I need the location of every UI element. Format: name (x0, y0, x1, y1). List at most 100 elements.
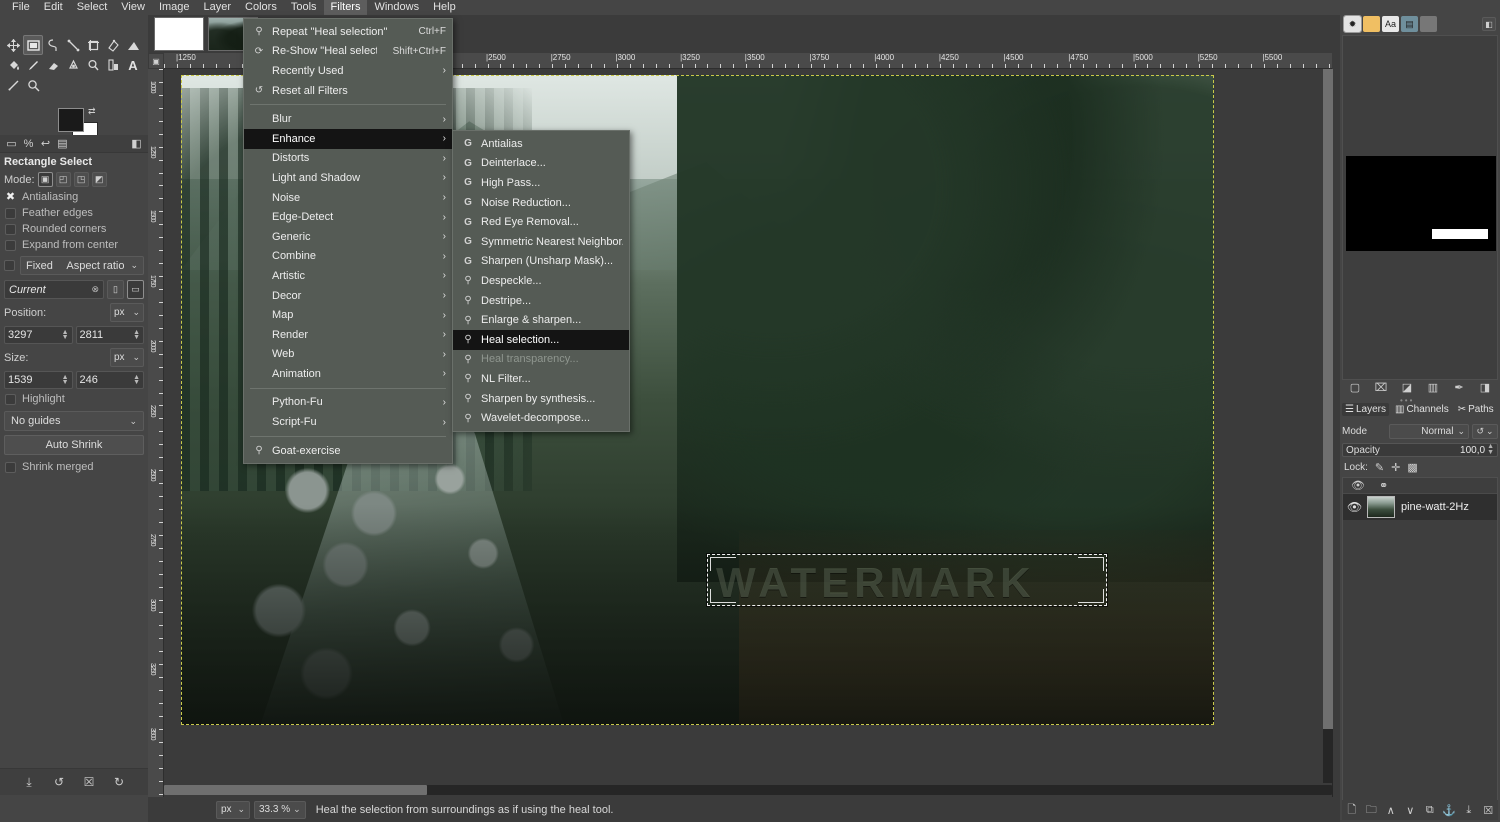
enhance-submenu[interactable]: GAntialiasGDeinterlace...GHigh Pass...GN… (452, 130, 630, 432)
shrink-merged-checkbox[interactable] (5, 462, 16, 473)
menu-item-despeckle[interactable]: ⚲Despeckle... (453, 271, 629, 291)
layers-list[interactable]: 👁 ⚭ 👁 pine-watt-2Hz (1342, 477, 1498, 807)
rectangle-select-tool[interactable] (23, 35, 43, 55)
delete-layer-icon[interactable]: ☒ (1480, 802, 1496, 818)
menu-colors[interactable]: Colors (238, 0, 284, 15)
menu-item-web[interactable]: Web› (244, 345, 452, 365)
menu-item-sharpen-unsharp-mask[interactable]: GSharpen (Unsharp Mask)... (453, 252, 629, 272)
vertical-ruler[interactable]: 1000125015001750200022502500275030003250… (148, 69, 164, 797)
delete-tool-preset-icon[interactable]: ☒ (80, 773, 98, 791)
menu-item-noise-reduction[interactable]: GNoise Reduction... (453, 193, 629, 213)
document-history-tab[interactable]: ▤ (1401, 16, 1418, 32)
spinner-icon[interactable]: ▲▼ (1487, 444, 1494, 456)
menu-item-re-show-heal-selection[interactable]: ⟳Re-Show "Heal selection"Shift+Ctrl+F (244, 42, 452, 62)
position-unit-select[interactable]: px ⌄ (110, 303, 144, 322)
lower-layer-icon[interactable]: ∨ (1402, 802, 1418, 818)
rounded-corners-row[interactable]: Rounded corners (0, 221, 148, 237)
menu-item-nl-filter[interactable]: ⚲NL Filter... (453, 369, 629, 389)
highlight-checkbox[interactable] (5, 394, 16, 405)
menu-windows[interactable]: Windows (367, 0, 426, 15)
dock-tab-row[interactable]: ✹ Aa ▤ ◧ (1340, 15, 1500, 33)
horizontal-scroll-thumb[interactable] (164, 785, 427, 795)
menu-image[interactable]: Image (152, 0, 197, 15)
menu-item-deinterlace[interactable]: GDeinterlace... (453, 154, 629, 174)
size-unit-select[interactable]: px ⌄ (110, 348, 144, 367)
brushes-tab[interactable]: ✹ (1344, 16, 1361, 32)
image-tab-blank[interactable] (154, 17, 204, 51)
new-layer-group-icon[interactable]: 🗀 (1363, 802, 1379, 818)
antialiasing-checkbox[interactable]: ✖ (5, 192, 16, 203)
menu-item-map[interactable]: Map› (244, 305, 452, 325)
position-y-input[interactable]: 2811 ▲▼ (76, 326, 145, 344)
layer-mode-select[interactable]: Normal ⌄ (1389, 424, 1469, 439)
shrink-merged-row[interactable]: Shrink merged (0, 459, 148, 475)
menu-item-edge-detect[interactable]: Edge-Detect› (244, 207, 452, 227)
menu-item-reset-all-filters[interactable]: ↺Reset all Filters (244, 81, 452, 101)
spinner-icon[interactable]: ▲▼ (62, 330, 69, 340)
add-to-selection-button[interactable]: ◰ (56, 172, 71, 187)
canvas-vertical-scrollbar[interactable] (1323, 69, 1333, 797)
transform-tool[interactable] (103, 35, 123, 55)
foreground-color-swatch[interactable] (58, 108, 84, 132)
layer-mode-row[interactable]: Mode Normal ⌄ ↺ ⌄ (1342, 423, 1498, 440)
menu-item-blur[interactable]: Blur› (244, 109, 452, 129)
menu-item-goat-exercise[interactable]: ⚲Goat-exercise (244, 441, 452, 461)
selection-handle-bl[interactable] (710, 589, 736, 603)
tab-layers[interactable]: ☰ Layers (1342, 403, 1389, 416)
intersect-with-selection-button[interactable]: ◩ (92, 172, 107, 187)
layers-channels-paths-tabs[interactable]: ☰ Layers ▥ Channels ✂ Paths ◧ (1342, 401, 1498, 417)
measure-tool[interactable] (3, 75, 23, 95)
menu-view[interactable]: View (114, 0, 152, 15)
menu-item-distorts[interactable]: Distorts› (244, 149, 452, 169)
menu-item-repeat-heal-selection[interactable]: ⚲Repeat "Heal selection"Ctrl+F (244, 22, 452, 42)
menu-item-antialias[interactable]: GAntialias (453, 134, 629, 154)
menu-item-animation[interactable]: Animation› (244, 364, 452, 384)
menu-item-light-and-shadow[interactable]: Light and Shadow› (244, 168, 452, 188)
layers-bottom-toolbar[interactable]: 🗋 🗀 ∧ ∨ ⧉ ⚓ ⤓ ☒ (1342, 800, 1498, 820)
aspect-ratio-entry-row[interactable]: Current ⊗ ▯ ▭ (0, 278, 148, 301)
duplicate-layer-icon[interactable]: ⧉ (1422, 802, 1438, 818)
device-status-icon[interactable]: % (20, 136, 37, 152)
ruler-origin-button[interactable]: ▣ (148, 53, 164, 69)
text-tool[interactable]: A (123, 55, 143, 75)
undo-history-icon[interactable]: ↩ (37, 136, 54, 152)
save-tool-preset-icon[interactable]: ⤓ (20, 773, 38, 791)
expand-from-center-row[interactable]: Expand from center (0, 237, 148, 253)
vertical-scroll-thumb[interactable] (1323, 69, 1333, 729)
menu-item-python-fu[interactable]: Python-Fu› (244, 393, 452, 413)
raise-icon[interactable]: ◨ (1476, 379, 1494, 395)
feather-edges-row[interactable]: Feather edges (0, 205, 148, 221)
images-icon[interactable]: ▤ (54, 136, 71, 152)
menu-select[interactable]: Select (70, 0, 115, 15)
tool-options-tabs[interactable]: ▭ % ↩ ▤ ◧ (0, 135, 148, 153)
menu-item-wavelet-decompose[interactable]: ⚲Wavelet-decompose... (453, 408, 629, 428)
heal-tool[interactable] (103, 55, 123, 75)
position-x-input[interactable]: 3297 ▲▼ (4, 326, 73, 344)
menu-item-destripe[interactable]: ⚲Destripe... (453, 291, 629, 311)
navigation-panel[interactable] (1342, 35, 1498, 380)
rectangle-selection[interactable]: WATERMARK (707, 554, 1107, 606)
menu-item-red-eye-removal[interactable]: GRed Eye Removal... (453, 212, 629, 232)
menu-item-recently-used[interactable]: Recently Used› (244, 61, 452, 81)
eraser-tool[interactable] (43, 55, 63, 75)
guides-select[interactable]: No guides ⌄ (4, 411, 144, 431)
swap-colors-icon[interactable]: ⇄ (88, 106, 96, 117)
size-width-input[interactable]: 1539 ▲▼ (4, 371, 73, 389)
menu-item-artistic[interactable]: Artistic› (244, 266, 452, 286)
gradient-tool[interactable] (123, 35, 143, 55)
auto-shrink-button[interactable]: Auto Shrink (4, 435, 144, 455)
menu-item-high-pass[interactable]: GHigh Pass... (453, 173, 629, 193)
spinner-icon[interactable]: ▲▼ (133, 330, 140, 340)
rounded-corners-checkbox[interactable] (5, 224, 16, 235)
landscape-orientation-button[interactable]: ▭ (127, 280, 144, 299)
feather-edges-checkbox[interactable] (5, 208, 16, 219)
dock-toolbar[interactable]: ▢ ⌧ ◪ ▥ ✒ ◨ (1342, 377, 1498, 397)
mode-reset-button[interactable]: ↺ ⌄ (1472, 424, 1498, 439)
statusbar-zoom-select[interactable]: 33.3 % ⌄ (254, 801, 306, 819)
menu-filters[interactable]: Filters (324, 0, 368, 15)
subtract-from-selection-button[interactable]: ◳ (74, 172, 89, 187)
menu-file[interactable]: File (5, 0, 37, 15)
fixed-checkbox[interactable] (4, 260, 15, 271)
navigation-thumbnail[interactable] (1346, 156, 1496, 251)
undo-history-tab[interactable] (1420, 16, 1437, 32)
